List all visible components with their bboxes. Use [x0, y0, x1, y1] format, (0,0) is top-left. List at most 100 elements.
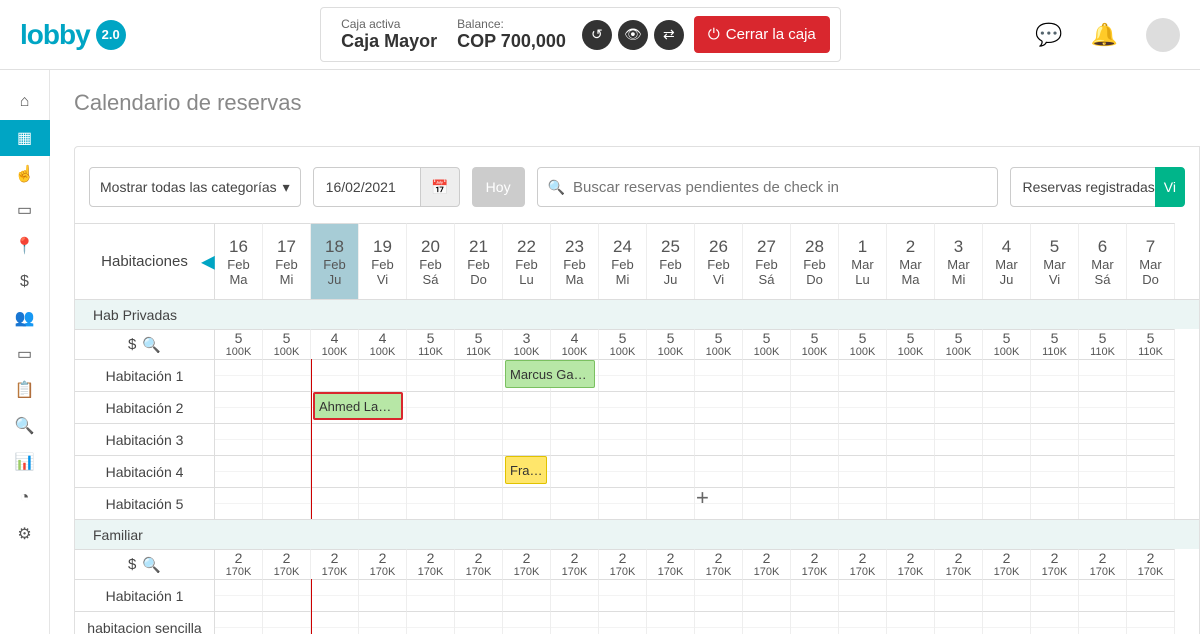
sidebar-item-contact[interactable]: ▭ — [0, 336, 50, 372]
calendar-cell[interactable] — [407, 455, 455, 487]
availability-cell[interactable]: 5100K — [839, 329, 887, 359]
day-header[interactable]: 21FebDo — [455, 223, 503, 299]
calendar-cell[interactable] — [1079, 423, 1127, 455]
calendar-cell[interactable] — [1079, 611, 1127, 634]
availability-cell[interactable]: 2170K — [743, 549, 791, 579]
availability-cell[interactable]: 5100K — [599, 329, 647, 359]
calendar-cell[interactable] — [311, 579, 359, 611]
calendar-cell[interactable] — [1127, 611, 1175, 634]
availability-cell[interactable]: 2170K — [263, 549, 311, 579]
calendar-cell[interactable] — [743, 359, 791, 391]
calendar-cell[interactable] — [647, 579, 695, 611]
sidebar-item-clipboard[interactable]: 📋 — [0, 372, 50, 408]
chat-icon[interactable]: 💬 — [1035, 22, 1062, 48]
day-header[interactable]: 23FebMa — [551, 223, 599, 299]
booking[interactable]: Fra… — [505, 456, 547, 484]
day-header[interactable]: 24FebMi — [599, 223, 647, 299]
day-header[interactable]: 17FebMi — [263, 223, 311, 299]
calendar-cell[interactable] — [359, 455, 407, 487]
calendar-cell[interactable] — [743, 611, 791, 634]
availability-cell[interactable]: 5100K — [743, 329, 791, 359]
calendar-cell[interactable] — [839, 455, 887, 487]
calendar-cell[interactable] — [935, 579, 983, 611]
calendar-cell[interactable] — [215, 487, 263, 519]
calendar-cell[interactable] — [359, 359, 407, 391]
calendar-cell[interactable] — [791, 423, 839, 455]
availability-cell[interactable]: 2170K — [311, 549, 359, 579]
calendar-cell[interactable] — [551, 579, 599, 611]
calendar-cell[interactable] — [1079, 579, 1127, 611]
calendar-cell[interactable] — [887, 611, 935, 634]
availability-cell[interactable]: 5110K — [407, 329, 455, 359]
availability-cell[interactable]: 5110K — [455, 329, 503, 359]
availability-cell[interactable]: 2170K — [791, 549, 839, 579]
day-header[interactable]: 18FebJu — [311, 223, 359, 299]
calendar-cell[interactable] — [1127, 455, 1175, 487]
sidebar-item-search[interactable]: 🔍 — [0, 408, 50, 444]
calendar-cell[interactable] — [743, 579, 791, 611]
calendar-cell[interactable] — [359, 423, 407, 455]
availability-cell[interactable]: 2170K — [839, 549, 887, 579]
calendar-cell[interactable] — [503, 611, 551, 634]
today-button[interactable]: Hoy — [472, 167, 525, 207]
room-name[interactable]: Habitación 4 — [75, 455, 215, 487]
calendar-cell[interactable] — [215, 423, 263, 455]
sidebar-item-home[interactable]: ⌂ — [0, 84, 50, 120]
availability-cell[interactable]: 5100K — [791, 329, 839, 359]
day-header[interactable]: 19FebVi — [359, 223, 407, 299]
availability-cell[interactable]: 5110K — [1127, 329, 1175, 359]
calendar-cell[interactable] — [311, 359, 359, 391]
calendar-cell[interactable] — [647, 611, 695, 634]
calendar-cell[interactable] — [647, 391, 695, 423]
calendar-cell[interactable] — [263, 487, 311, 519]
availability-cell[interactable]: 2170K — [215, 549, 263, 579]
calendar-cell[interactable] — [791, 611, 839, 634]
registered-filter-apply[interactable]: Vi — [1155, 167, 1185, 207]
calendar-cell[interactable] — [935, 391, 983, 423]
calendar-cell[interactable] — [1031, 611, 1079, 634]
calendar-cell[interactable] — [1127, 487, 1175, 519]
availability-cell[interactable]: 5110K — [1031, 329, 1079, 359]
calendar-cell[interactable] — [935, 455, 983, 487]
calendar-cell[interactable] — [263, 579, 311, 611]
calendar-cell[interactable] — [1031, 487, 1079, 519]
date-input[interactable]: 16/02/2021 — [313, 167, 433, 207]
availability-cell[interactable]: 2170K — [359, 549, 407, 579]
calendar-cell[interactable] — [311, 423, 359, 455]
calendar-cell[interactable] — [647, 359, 695, 391]
room-cells[interactable] — [215, 423, 1199, 455]
view-button[interactable]: 👁 — [618, 20, 648, 50]
room-cells[interactable]: Marcus Ga… — [215, 359, 1199, 391]
calendar-cell[interactable] — [839, 359, 887, 391]
availability-cell[interactable]: 5110K — [1079, 329, 1127, 359]
availability-cell[interactable]: 5100K — [263, 329, 311, 359]
calendar-cell[interactable] — [983, 455, 1031, 487]
calendar-cell[interactable] — [599, 391, 647, 423]
calendar-cell[interactable] — [935, 611, 983, 634]
availability-cell[interactable]: 2170K — [551, 549, 599, 579]
calendar-cell[interactable] — [215, 455, 263, 487]
bell-icon[interactable]: 🔔 — [1091, 22, 1118, 48]
search-input[interactable] — [573, 179, 987, 196]
availability-cell[interactable]: 2170K — [1127, 549, 1175, 579]
day-header[interactable]: 22FebLu — [503, 223, 551, 299]
calendar-cell[interactable] — [1127, 423, 1175, 455]
day-header[interactable]: 16FebMa — [215, 223, 263, 299]
calendar-cell[interactable] — [791, 391, 839, 423]
calendar-cell[interactable] — [983, 359, 1031, 391]
calendar-cell[interactable] — [407, 391, 455, 423]
availability-cell[interactable]: 4100K — [311, 329, 359, 359]
room-name[interactable]: Habitación 3 — [75, 423, 215, 455]
calendar-cell[interactable] — [1127, 359, 1175, 391]
calendar-cell[interactable] — [263, 455, 311, 487]
calendar-cell[interactable] — [935, 423, 983, 455]
calendar-cell[interactable] — [1079, 455, 1127, 487]
day-header[interactable]: 25FebJu — [647, 223, 695, 299]
calendar-cell[interactable] — [599, 579, 647, 611]
calendar-cell[interactable] — [1079, 359, 1127, 391]
calendar-cell[interactable] — [407, 487, 455, 519]
prev-days-button[interactable]: ◀ — [201, 251, 215, 272]
calendar-cell[interactable] — [455, 423, 503, 455]
room-name[interactable]: Habitación 2 — [75, 391, 215, 423]
calendar-cell[interactable] — [1031, 359, 1079, 391]
